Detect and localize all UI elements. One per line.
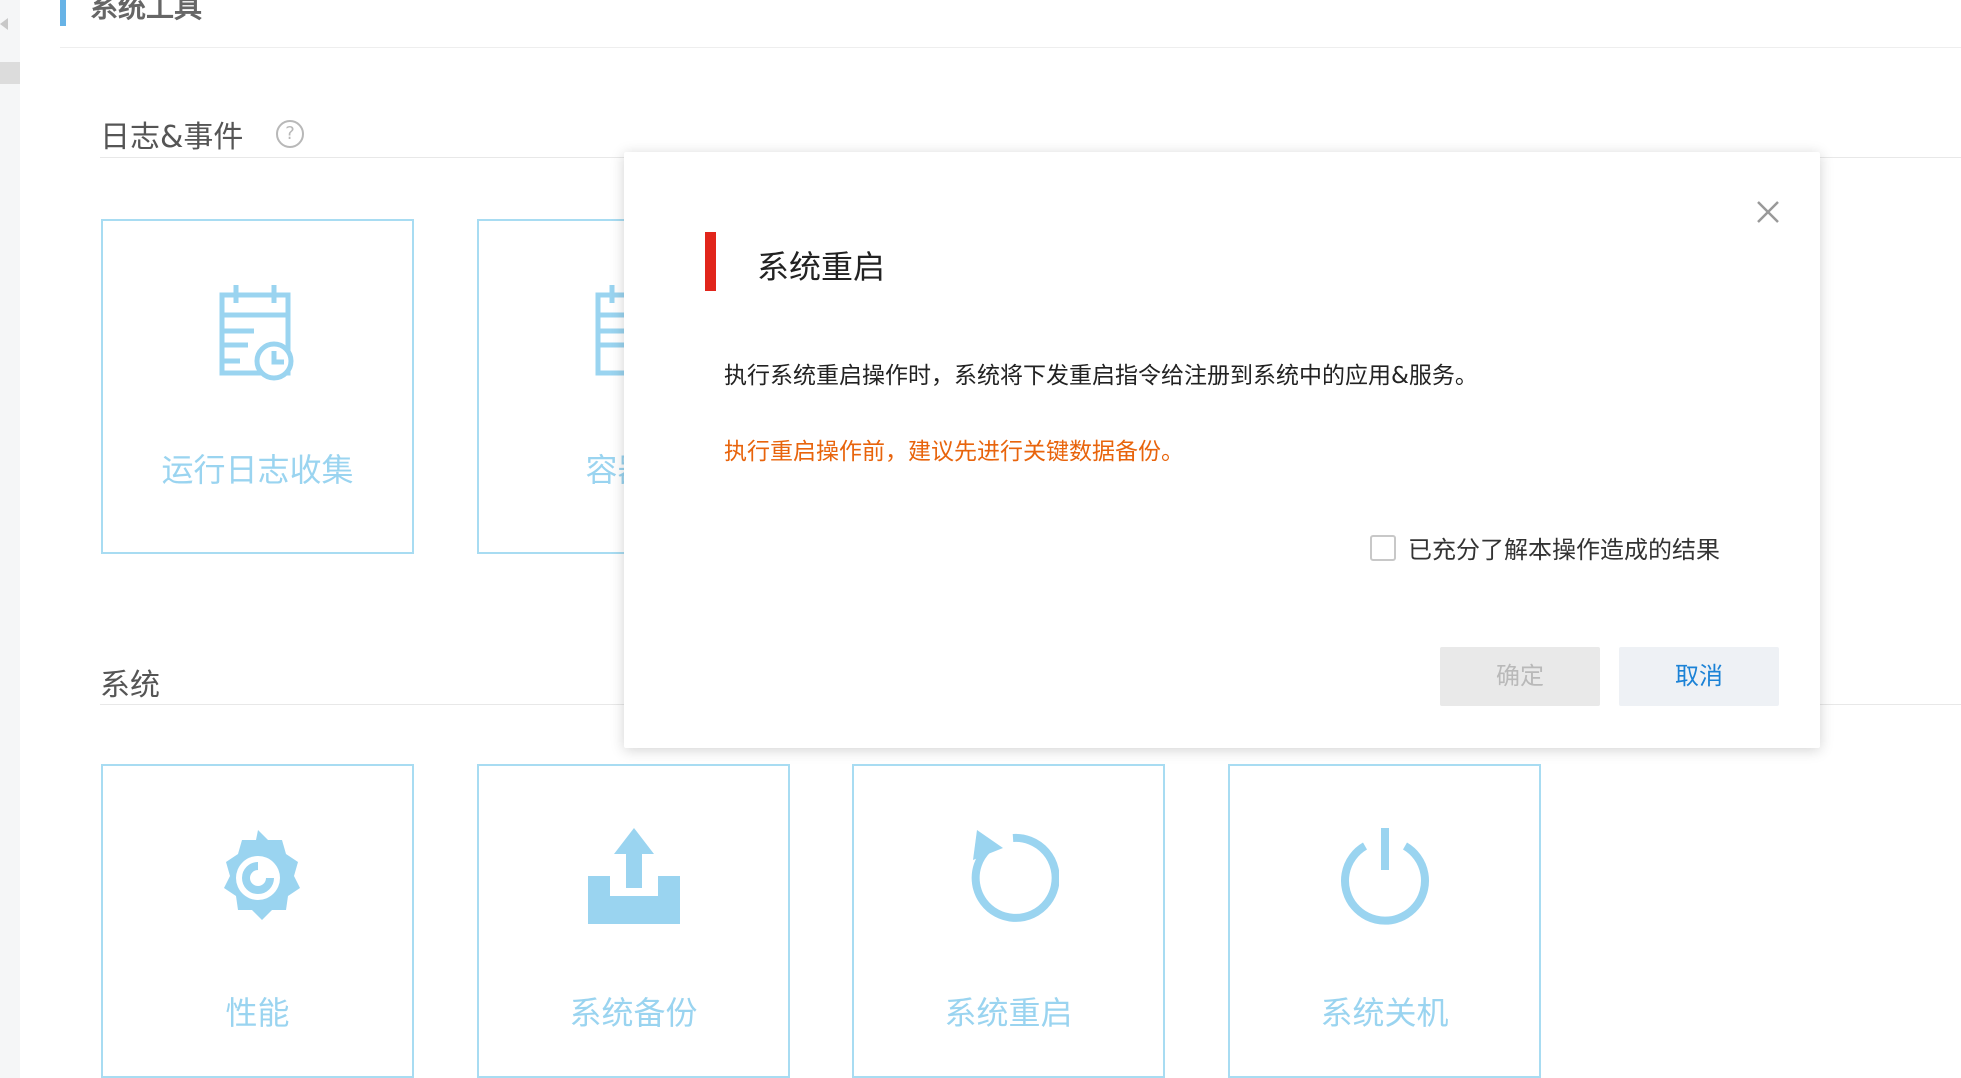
acknowledge-row[interactable]: 已充分了解本操作造成的结果 xyxy=(1370,530,1720,565)
card-run-log-collect[interactable]: 运行日志收集 xyxy=(101,219,414,554)
dialog-warning: 执行重启操作前，建议先进行关键数据备份。 xyxy=(724,439,1184,465)
card-system-shutdown[interactable]: 系统关机 xyxy=(1228,764,1541,1078)
log-clock-icon xyxy=(219,285,293,381)
sidebar-strip xyxy=(0,0,20,1078)
restart-dialog: 系统重启 执行系统重启操作时，系统将下发重启指令给注册到系统中的应用&服务。 执… xyxy=(624,152,1820,748)
card-label: 性能 xyxy=(225,994,290,1032)
power-icon xyxy=(1340,828,1429,925)
performance-gear-icon xyxy=(223,830,300,920)
card-performance[interactable]: 性能 xyxy=(101,764,414,1078)
card-label: 运行日志收集 xyxy=(161,451,354,489)
sidebar-tab[interactable] xyxy=(0,62,20,84)
section-title-logs: 日志&事件 xyxy=(100,120,244,155)
dialog-message: 执行系统重启操作时，系统将下发重启指令给注册到系统中的应用&服务。 xyxy=(724,363,1478,389)
card-label: 系统重启 xyxy=(944,994,1073,1032)
card-label: 系统关机 xyxy=(1320,994,1449,1032)
backup-upload-icon xyxy=(587,828,680,924)
card-label: 系统备份 xyxy=(569,994,698,1032)
page-header: 系统工具 xyxy=(60,0,1961,48)
section-title-system: 系统 xyxy=(100,668,160,703)
acknowledge-checkbox[interactable] xyxy=(1370,534,1396,561)
dialog-title: 系统重启 xyxy=(757,248,886,286)
help-circle-icon[interactable]: ? xyxy=(276,120,304,148)
dialog-accent-bar xyxy=(705,232,716,291)
header-accent-bar xyxy=(60,0,66,26)
card-system-restart[interactable]: 系统重启 xyxy=(852,764,1165,1078)
collapse-arrow-icon[interactable] xyxy=(0,18,8,30)
ok-button[interactable]: 确定 xyxy=(1440,647,1600,706)
cancel-button[interactable]: 取消 xyxy=(1619,647,1779,706)
page-title: 系统工具 xyxy=(90,0,203,24)
acknowledge-label[interactable]: 已充分了解本操作造成的结果 xyxy=(1408,530,1720,565)
card-system-backup[interactable]: 系统备份 xyxy=(477,764,790,1078)
close-icon[interactable] xyxy=(1754,198,1782,226)
restart-icon xyxy=(971,830,1059,922)
